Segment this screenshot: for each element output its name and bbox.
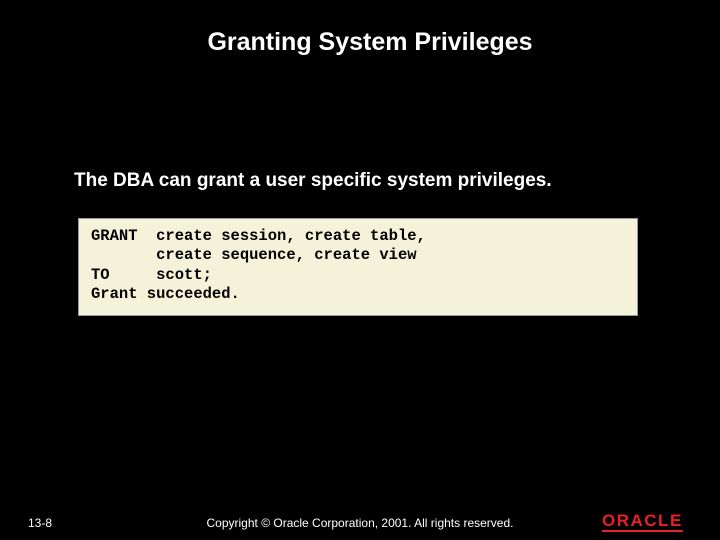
oracle-logo: ORACLE [602, 512, 702, 532]
code-example-box: GRANT create session, create table, crea… [78, 218, 638, 316]
oracle-logo-text: ORACLE [602, 512, 683, 529]
slide-body-text: The DBA can grant a user specific system… [74, 170, 670, 192]
code-example: GRANT create session, create table, crea… [91, 227, 625, 305]
slide-title: Granting System Privileges [0, 0, 720, 57]
slide: Granting System Privileges The DBA can g… [0, 0, 720, 540]
oracle-logo-wrap: ORACLE [602, 512, 683, 532]
oracle-logo-underline [602, 530, 683, 532]
slide-footer: 13-8 Copyright © Oracle Corporation, 200… [0, 504, 720, 540]
